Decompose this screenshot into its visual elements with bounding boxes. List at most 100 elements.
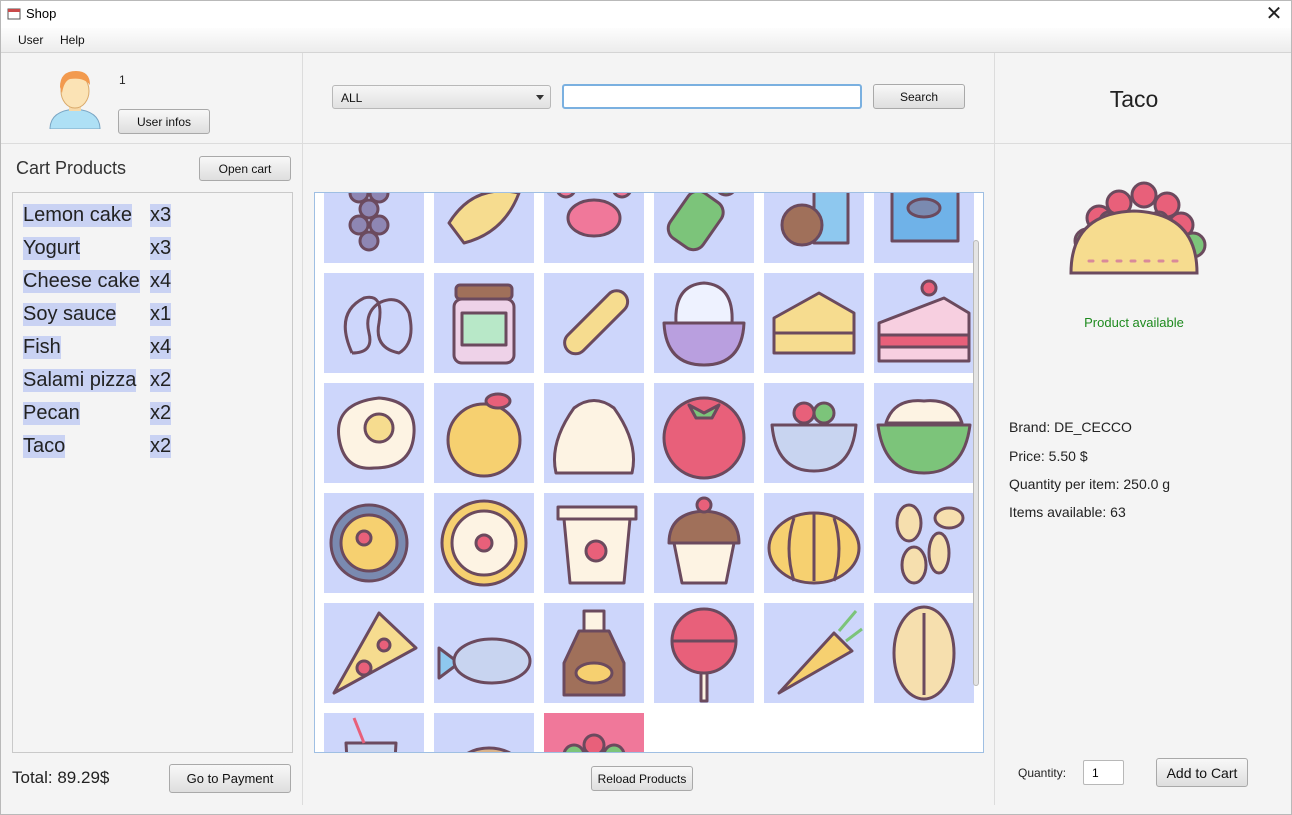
product-grid[interactable] (314, 192, 984, 753)
search-input[interactable] (562, 84, 862, 109)
pecan-icon (892, 605, 956, 701)
product-tile[interactable] (874, 383, 974, 483)
taco-icon (1069, 181, 1207, 275)
add-to-cart-button[interactable]: Add to Cart (1156, 758, 1248, 787)
crab-icon (556, 193, 632, 238)
quantity-per-item-text: Quantity per item: 250.0 g (1009, 476, 1171, 492)
items-available-text: Items available: 63 (1009, 504, 1126, 520)
search-button[interactable]: Search (873, 84, 965, 109)
product-tile[interactable] (324, 383, 424, 483)
product-tile[interactable] (434, 713, 534, 752)
product-tile[interactable] (764, 603, 864, 703)
window-title: Shop (26, 6, 57, 21)
product-tile[interactable] (764, 193, 864, 263)
product-tile[interactable] (764, 383, 864, 483)
mangosteen-icon (662, 281, 746, 367)
menu-user[interactable]: User (18, 33, 43, 47)
close-icon[interactable]: ✕ (1263, 3, 1285, 25)
quantity-field[interactable] (1083, 760, 1124, 785)
app-icon (7, 8, 21, 20)
price-text: Price: 5.50 $ (1009, 448, 1088, 464)
product-tile[interactable] (434, 273, 534, 373)
product-tile[interactable] (654, 603, 754, 703)
go-to-payment-button[interactable]: Go to Payment (169, 764, 291, 793)
product-tile[interactable] (544, 273, 644, 373)
menu-help[interactable]: Help (60, 33, 85, 47)
product-tile[interactable] (874, 493, 974, 593)
pizza-slice-icon (332, 611, 418, 695)
product-tile[interactable] (434, 193, 534, 263)
lollipop-icon (670, 607, 738, 703)
product-tile[interactable] (874, 193, 974, 263)
avatar (49, 71, 101, 129)
product-tile[interactable] (324, 493, 424, 593)
brand-text: Brand: DE_CECCO (1009, 419, 1132, 435)
availability-status: Product available (1084, 315, 1184, 330)
quantity-label: Quantity: (1018, 766, 1067, 780)
cart-title: Cart Products (16, 158, 127, 178)
fried-egg-icon (337, 396, 416, 470)
yogurt-icon (556, 505, 638, 585)
product-tile[interactable] (434, 603, 534, 703)
product-tile[interactable] (544, 603, 644, 703)
baguette-icon (563, 289, 630, 356)
coconut-milk-icon (780, 193, 850, 247)
user-id: 1 (119, 73, 126, 87)
product-tile[interactable] (654, 493, 754, 593)
paella-icon (329, 503, 409, 583)
app-window: Shop ✕ User Help 1 User infos ALL Search… (0, 0, 1292, 815)
product-tile[interactable] (324, 603, 424, 703)
user-infos-button[interactable]: User infos (118, 109, 210, 134)
product-tile[interactable] (654, 193, 754, 263)
product-tile[interactable] (544, 383, 644, 483)
pretzel-icon (343, 295, 413, 355)
rice-bowl-icon (876, 399, 972, 475)
grapes-icon (348, 193, 390, 252)
flour-sack-icon (552, 399, 636, 475)
product-tile[interactable] (324, 273, 424, 373)
taco-icon (562, 733, 626, 752)
product-tile[interactable] (434, 493, 534, 593)
almonds-icon (895, 503, 965, 585)
product-name: Taco (1109, 86, 1159, 112)
soy-sauce-icon (562, 609, 626, 697)
open-cart-button[interactable]: Open cart (199, 156, 291, 181)
product-tile[interactable] (324, 193, 424, 263)
tomato-icon (662, 396, 746, 480)
cart-list[interactable]: Lemon cake x3 Yogurt x3 Cheese cake x4 Soy … (12, 192, 293, 753)
scrollbar-thumb[interactable] (973, 240, 979, 686)
cake-slice-icon (877, 279, 971, 363)
pizza-icon (440, 499, 528, 587)
cart-total: Total: 89.29$ (12, 768, 110, 787)
scrollbar[interactable] (971, 194, 981, 751)
product-tile[interactable] (874, 603, 974, 703)
croissant-icon (447, 193, 521, 245)
product-tile[interactable] (544, 713, 644, 752)
chevron-down-icon (536, 95, 544, 100)
product-tile[interactable] (764, 493, 864, 593)
product-tile[interactable] (544, 193, 644, 263)
divider (1, 143, 1291, 144)
jam-jar-icon (452, 283, 516, 365)
salad-bowl-icon (770, 401, 858, 473)
product-tile[interactable] (434, 383, 534, 483)
product-tile[interactable] (544, 493, 644, 593)
reload-products-button[interactable]: Reload Products (591, 766, 693, 791)
category-value: ALL (341, 91, 363, 105)
product-tile[interactable] (764, 273, 864, 373)
product-tile[interactable] (874, 273, 974, 373)
pumpkin-icon (767, 511, 861, 585)
category-select[interactable]: ALL (332, 85, 551, 109)
bread-icon (467, 746, 511, 752)
divider (994, 53, 995, 805)
title-bar: Shop ✕ (1, 1, 1291, 28)
cheese-cake-icon (772, 291, 856, 355)
fish-icon (437, 637, 532, 685)
drink-icon (344, 717, 398, 752)
celery-icon (666, 193, 735, 252)
product-tile[interactable] (654, 273, 754, 373)
carrot-icon (777, 610, 863, 695)
product-tile[interactable] (654, 383, 754, 483)
cupcake-icon (667, 496, 741, 585)
product-tile[interactable] (324, 713, 424, 752)
